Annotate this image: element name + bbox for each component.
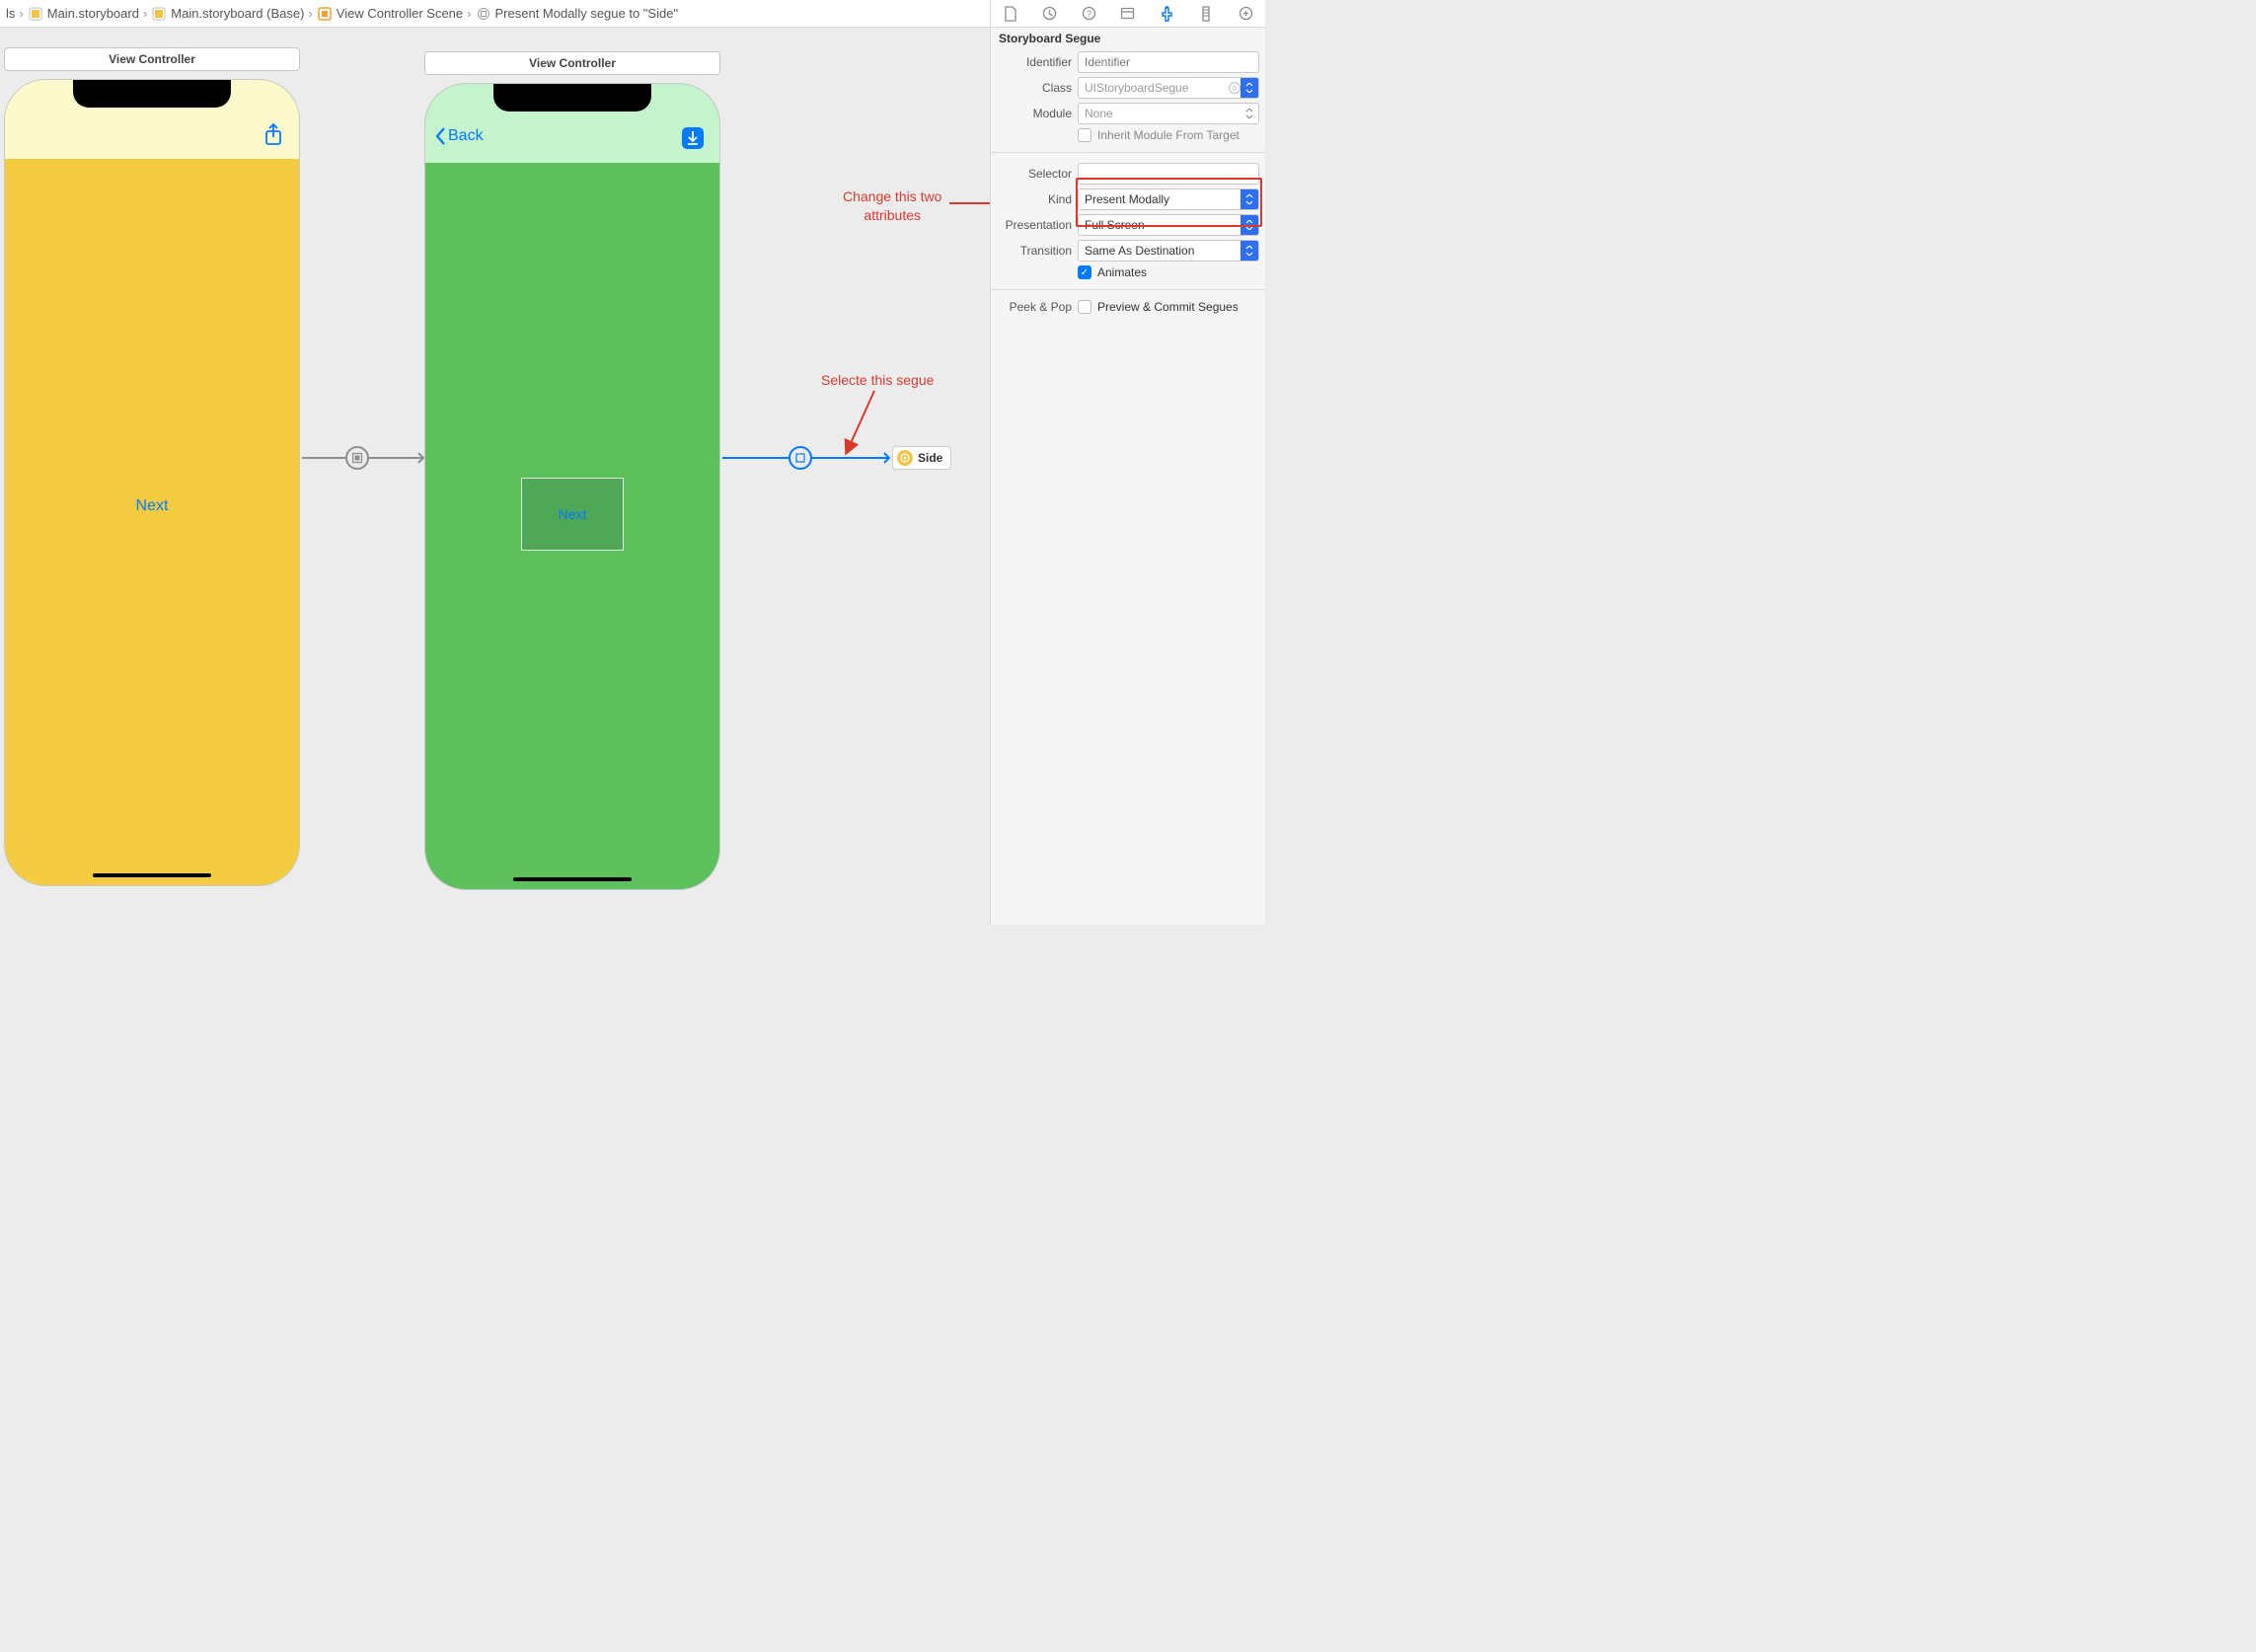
separator	[991, 152, 1265, 153]
selector-label: Selector	[997, 167, 1072, 181]
dropdown-caret-icon	[1241, 78, 1258, 98]
history-inspector-tab[interactable]	[1038, 2, 1062, 26]
attributes-inspector-tab[interactable]	[1156, 2, 1179, 26]
transition-label: Transition	[997, 244, 1072, 258]
chevron-right-icon: ›	[467, 6, 471, 21]
breadcrumb-item[interactable]: View Controller Scene	[317, 6, 463, 22]
selector-input[interactable]	[1078, 163, 1259, 185]
segue-2-selected[interactable]	[722, 446, 890, 470]
arrow-right-icon	[411, 445, 424, 471]
storyboard-file-icon	[151, 6, 167, 22]
device-notch	[493, 84, 651, 112]
back-button[interactable]: Back	[435, 127, 484, 145]
separator	[991, 289, 1265, 290]
chevron-right-icon: ›	[143, 6, 147, 21]
dropdown-caret-icon	[1241, 189, 1258, 209]
breadcrumb-item[interactable]: ls	[6, 6, 15, 21]
animates-checkbox[interactable]: ✓	[1078, 265, 1091, 279]
home-indicator	[513, 877, 632, 881]
identity-inspector-tab[interactable]	[1116, 2, 1140, 26]
size-inspector-tab[interactable]	[1194, 2, 1218, 26]
next-button[interactable]: Next	[136, 497, 169, 515]
class-label: Class	[997, 81, 1072, 95]
annotation-select-segue: Selecte this segue	[821, 371, 934, 390]
inspector-section-header: Storyboard Segue	[991, 28, 1265, 49]
file-inspector-tab[interactable]	[999, 2, 1022, 26]
share-icon[interactable]	[263, 123, 283, 150]
scene-title-bar[interactable]: View Controller	[424, 51, 720, 75]
inspector-form: Identifier Class UIStoryboardSegue ○ Mod…	[991, 49, 1265, 320]
segue-icon	[476, 6, 491, 22]
status-bar	[5, 80, 299, 159]
animates-label: Animates	[1097, 265, 1147, 279]
segue-kind-icon	[789, 446, 812, 470]
module-select[interactable]: None	[1078, 103, 1259, 124]
inherit-module-label: Inherit Module From Target	[1097, 128, 1240, 142]
module-label: Module	[997, 107, 1072, 120]
breadcrumb-item[interactable]: Present Modally segue to "Side"	[476, 6, 679, 22]
kind-select[interactable]: Present Modally	[1078, 188, 1259, 210]
inspector-panel: ? Storyboard Segue Identifier Class UISt…	[990, 0, 1265, 925]
dropdown-caret-icon	[1241, 215, 1258, 235]
scene-icon	[317, 6, 333, 22]
segue-kind-icon	[345, 446, 369, 470]
class-select[interactable]: UIStoryboardSegue ○	[1078, 77, 1259, 99]
storyboard-file-icon	[28, 6, 43, 22]
scene-title-bar[interactable]: View Controller	[4, 47, 300, 71]
preview-commit-label: Preview & Commit Segues	[1097, 300, 1239, 314]
container-view[interactable]: Next	[521, 478, 624, 551]
segue-1[interactable]	[302, 446, 424, 470]
view-controller-a[interactable]: Next	[4, 79, 300, 886]
identifier-label: Identifier	[997, 55, 1072, 69]
help-inspector-tab[interactable]: ?	[1077, 2, 1100, 26]
svg-text:?: ?	[1087, 9, 1091, 19]
breadcrumb: ls › Main.storyboard › Main.storyboard (…	[0, 6, 1093, 22]
preview-commit-checkbox[interactable]	[1078, 300, 1091, 314]
home-indicator	[93, 873, 211, 877]
class-clear-icon[interactable]: ○	[1229, 82, 1241, 94]
identifier-input[interactable]	[1078, 51, 1259, 73]
storyboard-ref-icon	[897, 450, 913, 466]
status-bar: Back	[425, 84, 719, 163]
connections-inspector-tab[interactable]	[1234, 2, 1257, 26]
view-controller-b[interactable]: Back Next	[424, 83, 720, 890]
breadcrumb-item[interactable]: Main.storyboard	[28, 6, 139, 22]
inspector-tab-bar: ?	[991, 0, 1265, 28]
device-notch	[73, 80, 231, 108]
presentation-label: Presentation	[997, 218, 1072, 232]
download-icon[interactable]	[682, 127, 704, 149]
kind-label: Kind	[997, 192, 1072, 206]
annotation-change-attributes: Change this twoattributes	[843, 188, 941, 225]
presentation-select[interactable]: Full Screen	[1078, 214, 1259, 236]
transition-select[interactable]: Same As Destination	[1078, 240, 1259, 262]
dropdown-caret-icon	[1241, 104, 1258, 123]
chevron-left-icon	[435, 127, 446, 145]
annotation-arrow	[949, 193, 990, 213]
inherit-module-checkbox[interactable]	[1078, 128, 1091, 142]
storyboard-canvas[interactable]: View Controller View Controller Next Bac…	[0, 28, 990, 925]
arrow-right-icon	[876, 445, 890, 471]
storyboard-reference-side[interactable]: Side	[892, 446, 951, 470]
peek-pop-label: Peek & Pop	[997, 300, 1072, 314]
dropdown-caret-icon	[1241, 241, 1258, 261]
breadcrumb-item[interactable]: Main.storyboard (Base)	[151, 6, 304, 22]
chevron-right-icon: ›	[308, 6, 312, 21]
chevron-right-icon: ›	[19, 6, 23, 21]
